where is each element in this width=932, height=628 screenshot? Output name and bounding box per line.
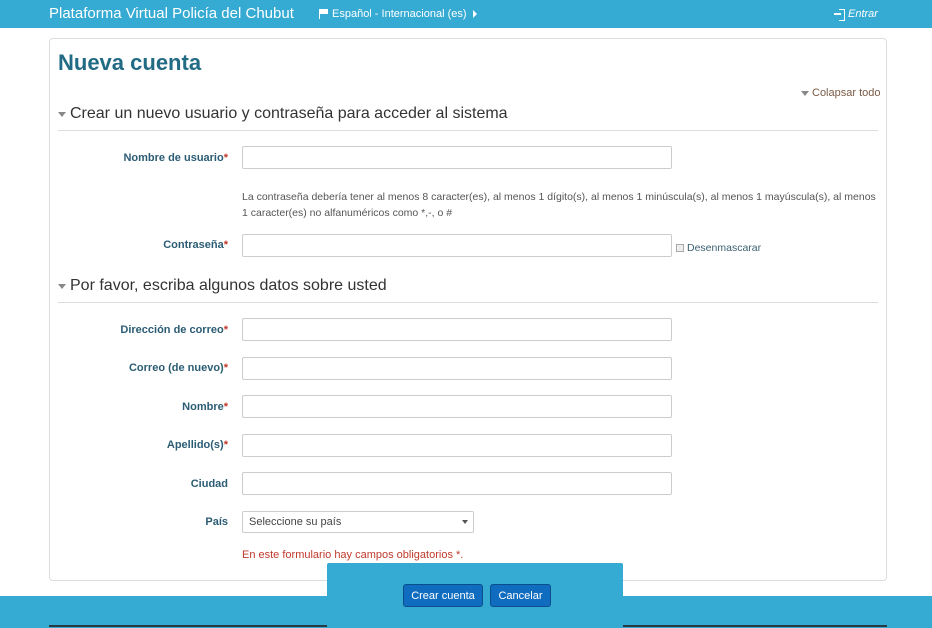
section-profile-heading: Por favor, escriba algunos datos sobre u… <box>70 277 387 294</box>
caret-right-icon <box>472 10 477 18</box>
firstname-input[interactable] <box>242 395 672 418</box>
required-marker: * <box>223 152 228 164</box>
unmask-label: Desenmascarar <box>687 242 762 254</box>
lastname-label: Apellido(s)* <box>166 439 228 451</box>
create-account-button[interactable]: Crear cuenta <box>403 584 483 607</box>
required-marker: * <box>223 239 228 251</box>
section-account-toggle[interactable]: Crear un nuevo usuario y contraseña para… <box>58 105 878 123</box>
city-input[interactable] <box>242 472 672 495</box>
collapse-all-link[interactable]: Colapsar todo <box>801 87 881 99</box>
username-label: Nombre de usuario* <box>123 152 228 164</box>
required-marker: * <box>223 439 228 451</box>
lastname-input[interactable] <box>242 434 672 457</box>
language-label: Español - Internacional (es) <box>332 8 467 20</box>
section-account-heading: Crear un nuevo usuario y contraseña para… <box>70 105 508 122</box>
cancel-button[interactable]: Cancelar <box>490 584 551 607</box>
section-divider <box>58 302 878 303</box>
required-fields-note: En este formulario hay campos obligatori… <box>242 549 464 561</box>
country-select[interactable]: Seleccione su país <box>242 511 474 533</box>
password-policy-help: La contraseña debería tener al menos 8 c… <box>242 191 876 219</box>
login-link[interactable]: Entrar <box>834 8 878 21</box>
section-divider <box>58 130 878 131</box>
caret-down-icon <box>58 283 66 289</box>
firstname-label: Nombre* <box>182 401 228 413</box>
dropdown-arrow-icon <box>462 520 468 524</box>
email-confirm-input[interactable] <box>242 357 672 380</box>
email-confirm-label: Correo (de nuevo)* <box>128 362 228 374</box>
language-menu[interactable]: Español - Internacional (es) <box>318 8 477 20</box>
unmask-checkbox[interactable]: Desenmascarar <box>676 242 761 254</box>
city-label: Ciudad <box>190 478 228 490</box>
collapse-all-label: Colapsar todo <box>812 87 881 99</box>
login-label: Entrar <box>848 8 878 20</box>
section-profile-toggle[interactable]: Por favor, escriba algunos datos sobre u… <box>58 277 878 295</box>
required-marker: * <box>223 324 228 336</box>
username-input[interactable] <box>242 146 672 169</box>
sign-in-icon <box>834 9 845 21</box>
site-brand[interactable]: Plataforma Virtual Policía del Chubut <box>49 5 294 22</box>
caret-down-icon <box>801 90 809 96</box>
password-label: Contraseña* <box>163 239 228 251</box>
page-title: Nueva cuenta <box>58 50 202 75</box>
checkbox-icon <box>676 244 684 252</box>
email-input[interactable] <box>242 318 672 341</box>
required-marker: * <box>223 362 228 374</box>
required-marker: * <box>223 401 228 413</box>
caret-down-icon <box>58 111 66 117</box>
password-input[interactable] <box>242 234 672 257</box>
flag-icon <box>318 9 329 19</box>
top-navbar: Plataforma Virtual Policía del Chubut Es… <box>0 0 932 28</box>
country-label: País <box>205 516 228 528</box>
email-label: Dirección de correo* <box>120 324 228 336</box>
country-selected-value: Seleccione su país <box>249 516 342 528</box>
